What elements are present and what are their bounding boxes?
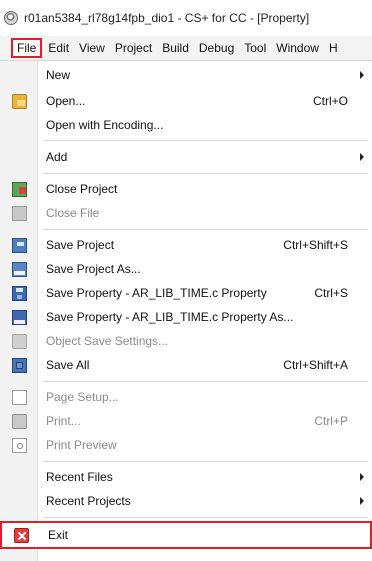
menu-item-save-all[interactable]: Save All Ctrl+Shift+A xyxy=(0,353,372,377)
save-project-icon xyxy=(11,237,27,253)
menu-item-label: New xyxy=(46,68,71,82)
page-setup-icon xyxy=(11,389,27,405)
submenu-arrow-icon xyxy=(360,153,364,161)
window-title: r01an5384_rl78g14fpb_dio1 - CS+ for CC -… xyxy=(24,11,310,25)
save-disk-icon xyxy=(11,285,27,301)
close-project-icon xyxy=(11,181,27,197)
menu-separator xyxy=(43,517,368,518)
close-file-icon-cell xyxy=(0,201,38,225)
menu-view[interactable]: View xyxy=(75,38,109,58)
save-project-icon-cell xyxy=(0,233,38,257)
open-folder-icon xyxy=(11,93,27,109)
menu-item-label: Add xyxy=(46,150,68,164)
menu-item-close-project[interactable]: Close Project xyxy=(0,177,372,201)
menu-bar: File Edit View Project Build Debug Tool … xyxy=(0,36,372,60)
menu-separator xyxy=(43,461,368,462)
menu-item-new[interactable]: New xyxy=(0,63,372,87)
menu-item-exit[interactable]: Exit xyxy=(0,521,372,549)
menu-item-label: Recent Files xyxy=(46,470,113,484)
save-all-icon-cell xyxy=(0,353,38,377)
object-settings-icon xyxy=(11,333,27,349)
exit-icon-cell xyxy=(2,523,40,547)
menu-item-label: Save Project xyxy=(46,238,115,252)
title-bar: r01an5384_rl78g14fpb_dio1 - CS+ for CC -… xyxy=(0,0,372,36)
menu-debug[interactable]: Debug xyxy=(195,38,238,58)
menu-tool[interactable]: Tool xyxy=(240,38,270,58)
print-preview-icon-cell xyxy=(0,433,38,457)
menu-item-label: Save Property - AR_LIB_TIME.c Property xyxy=(46,286,267,300)
menu-separator xyxy=(43,381,368,382)
save-all-icon xyxy=(11,357,27,373)
page-setup-icon-cell xyxy=(0,385,38,409)
menu-item-recent-files[interactable]: Recent Files xyxy=(0,465,372,489)
menu-item-save-property[interactable]: Save Property - AR_LIB_TIME.c Property C… xyxy=(0,281,372,305)
add-icon-cell xyxy=(0,145,38,169)
menu-item-label: Close File xyxy=(46,206,100,220)
menu-edit[interactable]: Edit xyxy=(44,38,73,58)
open-encoding-icon-cell xyxy=(0,113,38,137)
menu-item-open[interactable]: Open... Ctrl+O xyxy=(0,89,372,113)
new-icon-cell xyxy=(0,63,38,87)
recent-files-icon-cell xyxy=(0,465,38,489)
save-as-disk-icon xyxy=(11,309,27,325)
submenu-arrow-icon xyxy=(360,71,364,79)
shortcut-save-all: Ctrl+Shift+A xyxy=(283,358,348,372)
object-save-settings-icon-cell xyxy=(0,329,38,353)
recent-projects-icon-cell xyxy=(0,489,38,513)
menu-help[interactable]: H xyxy=(325,38,342,58)
menu-item-label: Print Preview xyxy=(46,438,117,452)
close-project-icon-cell xyxy=(0,177,38,201)
menu-item-print: Print... Ctrl+P xyxy=(0,409,372,433)
save-property-as-icon-cell xyxy=(0,305,38,329)
menu-item-label: Save Project As... xyxy=(46,262,141,276)
printer-icon xyxy=(11,413,27,429)
menu-item-label: Object Save Settings... xyxy=(46,334,169,348)
menu-item-save-property-as[interactable]: Save Property - AR_LIB_TIME.c Property A… xyxy=(0,305,372,329)
menu-separator xyxy=(43,173,368,174)
menu-item-label: Close Project xyxy=(46,182,118,196)
menu-item-label: Exit xyxy=(48,528,69,542)
file-menu-dropdown: New Open... Ctrl+O Open with Encoding...… xyxy=(0,60,372,561)
app-window: r01an5384_rl78g14fpb_dio1 - CS+ for CC -… xyxy=(0,0,372,561)
menu-separator xyxy=(43,229,368,230)
shortcut-save-property: Ctrl+S xyxy=(314,286,348,300)
menu-separator xyxy=(43,140,368,141)
print-icon-cell xyxy=(0,409,38,433)
open-icon-cell xyxy=(0,89,38,113)
menu-item-save-project[interactable]: Save Project Ctrl+Shift+S xyxy=(0,233,372,257)
close-icon xyxy=(13,527,29,543)
save-property-icon-cell xyxy=(0,281,38,305)
menu-item-save-project-as[interactable]: Save Project As... xyxy=(0,257,372,281)
menu-item-close-file: Close File xyxy=(0,201,372,225)
menu-item-label: Open with Encoding... xyxy=(46,118,164,132)
menu-item-label: Print... xyxy=(46,414,81,428)
save-project-as-icon xyxy=(11,261,27,277)
shortcut-open: Ctrl+O xyxy=(312,94,348,108)
menu-item-print-preview: Print Preview xyxy=(0,433,372,457)
save-project-as-icon-cell xyxy=(0,257,38,281)
menu-build[interactable]: Build xyxy=(158,38,193,58)
app-icon xyxy=(4,11,18,25)
menu-item-object-save-settings: Object Save Settings... xyxy=(0,329,372,353)
menu-item-recent-projects[interactable]: Recent Projects xyxy=(0,489,372,513)
shortcut-print: Ctrl+P xyxy=(314,414,348,428)
menu-item-label: Page Setup... xyxy=(46,390,119,404)
shortcut-save-project: Ctrl+Shift+S xyxy=(283,238,348,252)
submenu-arrow-icon xyxy=(360,473,364,481)
print-preview-icon xyxy=(11,437,27,453)
menu-item-open-with-encoding[interactable]: Open with Encoding... xyxy=(0,113,372,137)
menu-project[interactable]: Project xyxy=(111,38,156,58)
menu-item-page-setup: Page Setup... xyxy=(0,385,372,409)
menu-item-label: Recent Projects xyxy=(46,494,131,508)
menu-item-add[interactable]: Add xyxy=(0,145,372,169)
menu-file[interactable]: File xyxy=(11,38,43,58)
menu-item-label: Open... xyxy=(46,94,86,108)
menu-item-label: Save All xyxy=(46,358,90,372)
menu-window[interactable]: Window xyxy=(272,38,323,58)
submenu-arrow-icon xyxy=(360,497,364,505)
close-file-icon xyxy=(11,205,27,221)
menu-item-label: Save Property - AR_LIB_TIME.c Property A… xyxy=(46,310,294,324)
